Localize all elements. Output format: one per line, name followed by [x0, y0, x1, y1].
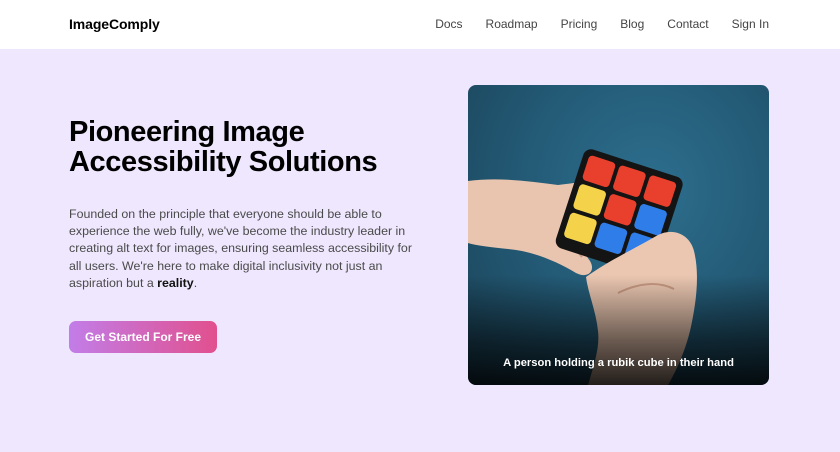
hero-image: A person holding a rubik cube in their h…: [468, 85, 769, 385]
hero-description-end: .: [193, 275, 198, 290]
hero-description-emphasis: reality: [157, 275, 194, 290]
hero-description-text: Founded on the principle that everyone s…: [69, 207, 412, 290]
main-nav: Docs Roadmap Pricing Blog Contact Sign I…: [435, 17, 769, 31]
nav-link-pricing[interactable]: Pricing: [561, 17, 598, 31]
top-navigation-bar: ImageComply Docs Roadmap Pricing Blog Co…: [0, 0, 840, 49]
nav-link-sign-in[interactable]: Sign In: [732, 17, 769, 31]
nav-link-contact[interactable]: Contact: [667, 17, 708, 31]
nav-link-roadmap[interactable]: Roadmap: [486, 17, 538, 31]
brand-logo[interactable]: ImageComply: [69, 16, 160, 32]
nav-link-blog[interactable]: Blog: [620, 17, 644, 31]
get-started-button[interactable]: Get Started For Free: [69, 321, 217, 353]
hero-title-line-1: Pioneering Image: [69, 116, 305, 148]
hero-title-line-2: Accessibility Solutions: [69, 146, 378, 178]
hero-description: Founded on the principle that everyone s…: [69, 206, 414, 292]
image-caption: A person holding a rubik cube in their h…: [503, 357, 734, 369]
nav-link-docs[interactable]: Docs: [435, 17, 462, 31]
hero-title: Pioneering Image Accessibility Solutions: [69, 117, 439, 177]
